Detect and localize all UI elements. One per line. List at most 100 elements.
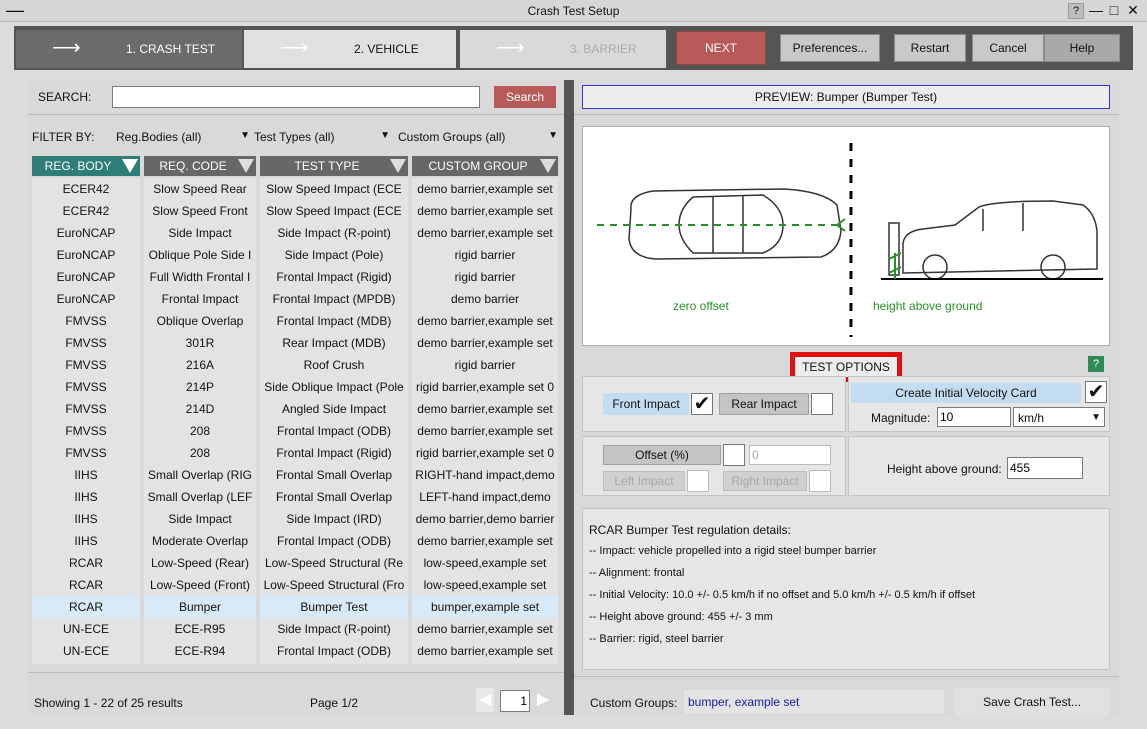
test-type-cell[interactable]: Frontal Impact (Rigid) bbox=[260, 266, 408, 288]
sort-arrow-icon[interactable] bbox=[238, 159, 254, 173]
next-page-icon[interactable]: ▶ bbox=[534, 688, 552, 712]
unit-select[interactable]: km/h ▼ bbox=[1013, 407, 1105, 427]
custom-group-cell[interactable]: demo barrier,example set bbox=[412, 332, 558, 354]
custom-groups-filter[interactable]: Custom Groups (all) ▼ bbox=[398, 130, 558, 144]
test-type-cell[interactable]: Frontal Impact (MDB) bbox=[260, 310, 408, 332]
velocity-card-checkbox[interactable]: ✔ bbox=[1085, 381, 1107, 403]
req-code-cell[interactable]: 208 bbox=[144, 442, 256, 464]
minimize-icon[interactable]: — bbox=[1088, 3, 1104, 19]
maximize-icon[interactable]: □ bbox=[1106, 3, 1122, 19]
req-code-cell[interactable]: 208 bbox=[144, 420, 256, 442]
test-type-cell[interactable]: Frontal Small Overlap bbox=[260, 486, 408, 508]
custom-group-cell[interactable]: demo barrier,demo barrier bbox=[412, 508, 558, 530]
test-type-cell[interactable]: Side Impact (IRD) bbox=[260, 508, 408, 530]
req-code-cell[interactable]: Full Width Frontal I bbox=[144, 266, 256, 288]
req-code-cell[interactable]: Slow Speed Front bbox=[144, 200, 256, 222]
custom-group-cell[interactable]: demo barrier,example set bbox=[412, 618, 558, 640]
req-code-cell[interactable]: Slow Speed Rear bbox=[144, 178, 256, 200]
custom-group-cell[interactable]: demo barrier,example set bbox=[412, 222, 558, 244]
custom-group-cell[interactable]: demo barrier bbox=[412, 288, 558, 310]
req-code-cell[interactable]: Small Overlap (RIG bbox=[144, 464, 256, 486]
test-type-cell[interactable]: Roof Crush bbox=[260, 354, 408, 376]
restart-button[interactable]: Restart bbox=[894, 34, 966, 62]
next-button[interactable]: NEXT bbox=[676, 31, 766, 65]
search-input[interactable] bbox=[112, 86, 480, 108]
custom-group-cell[interactable]: demo barrier,example set bbox=[412, 310, 558, 332]
preferences-button[interactable]: Preferences... bbox=[780, 34, 880, 62]
front-impact-checkbox[interactable]: ✔ bbox=[691, 393, 713, 415]
height-input[interactable] bbox=[1007, 457, 1083, 479]
right-impact-checkbox[interactable] bbox=[809, 470, 831, 492]
reg-body-cell[interactable]: FMVSS bbox=[32, 398, 140, 420]
custom-group-cell[interactable]: rigid barrier bbox=[412, 244, 558, 266]
req-code-cell[interactable]: 214P bbox=[144, 376, 256, 398]
col-header-reg-body[interactable]: REG. BODY bbox=[32, 156, 140, 176]
test-type-cell[interactable]: Frontal Small Overlap bbox=[260, 464, 408, 486]
req-code-cell[interactable]: Low-Speed (Rear) bbox=[144, 552, 256, 574]
test-types-filter[interactable]: Test Types (all) ▼ bbox=[254, 130, 390, 144]
test-type-cell[interactable]: Slow Speed Impact (ECE bbox=[260, 200, 408, 222]
req-code-cell[interactable]: Side Impact bbox=[144, 508, 256, 530]
reg-bodies-filter[interactable]: Reg.Bodies (all) ▼ bbox=[116, 130, 250, 144]
rear-impact-checkbox[interactable] bbox=[811, 393, 833, 415]
test-type-cell[interactable]: Frontal Impact (MPDB) bbox=[260, 288, 408, 310]
sort-arrow-icon[interactable] bbox=[540, 159, 556, 173]
reg-body-cell[interactable]: RCAR bbox=[32, 552, 140, 574]
custom-group-cell[interactable]: low-speed,example set bbox=[412, 552, 558, 574]
custom-group-cell[interactable]: rigid barrier,example set 0 bbox=[412, 442, 558, 464]
sort-arrow-icon[interactable] bbox=[122, 159, 138, 173]
page-input[interactable] bbox=[500, 690, 530, 712]
reg-body-cell[interactable]: UN-ECE bbox=[32, 640, 140, 662]
reg-body-cell[interactable]: FMVSS bbox=[32, 376, 140, 398]
prev-page-icon[interactable]: ◀ bbox=[476, 688, 494, 712]
test-type-cell[interactable]: Side Impact (R-point) bbox=[260, 222, 408, 244]
help-button[interactable]: Help bbox=[1044, 34, 1120, 62]
test-type-cell[interactable]: Slow Speed Impact (ECE bbox=[260, 178, 408, 200]
help-icon[interactable]: ? bbox=[1068, 3, 1084, 19]
custom-group-cell[interactable]: low-speed,example set bbox=[412, 574, 558, 596]
custom-group-cell[interactable]: demo barrier,example set bbox=[412, 530, 558, 552]
reg-body-cell[interactable]: IIHS bbox=[32, 486, 140, 508]
step-vehicle[interactable]: ⟶ 2. VEHICLE bbox=[244, 30, 456, 68]
reg-body-cell[interactable]: IIHS bbox=[32, 508, 140, 530]
custom-group-cell[interactable]: demo barrier,example set bbox=[412, 200, 558, 222]
custom-group-cell[interactable]: rigid barrier,example set 0 bbox=[412, 376, 558, 398]
custom-groups-value[interactable]: bumper, example set bbox=[684, 690, 944, 714]
custom-group-cell[interactable]: rigid barrier bbox=[412, 266, 558, 288]
test-type-cell[interactable]: Frontal Impact (ODB) bbox=[260, 530, 408, 552]
reg-body-cell[interactable]: FMVSS bbox=[32, 310, 140, 332]
req-code-cell[interactable]: Low-Speed (Front) bbox=[144, 574, 256, 596]
req-code-cell[interactable]: Bumper bbox=[144, 596, 256, 618]
test-type-cell[interactable]: Angled Side Impact bbox=[260, 398, 408, 420]
panel-splitter[interactable] bbox=[564, 80, 574, 715]
req-code-cell[interactable]: 301R bbox=[144, 332, 256, 354]
req-code-cell[interactable]: Side Impact bbox=[144, 222, 256, 244]
test-type-cell[interactable]: Frontal Impact (Rigid) bbox=[260, 442, 408, 464]
col-header-custom-group[interactable]: CUSTOM GROUP bbox=[412, 156, 558, 176]
reg-body-cell[interactable]: RCAR bbox=[32, 574, 140, 596]
req-code-cell[interactable]: Oblique Overlap bbox=[144, 310, 256, 332]
custom-group-cell[interactable]: LEFT-hand impact,demo bbox=[412, 486, 558, 508]
custom-group-cell[interactable]: rigid barrier bbox=[412, 354, 558, 376]
reg-body-cell[interactable]: EuroNCAP bbox=[32, 288, 140, 310]
reg-body-cell[interactable]: IIHS bbox=[32, 464, 140, 486]
req-code-cell[interactable]: 214D bbox=[144, 398, 256, 420]
col-header-req-code[interactable]: REQ. CODE bbox=[144, 156, 256, 176]
close-icon[interactable]: ✕ bbox=[1124, 3, 1142, 19]
reg-body-cell[interactable]: FMVSS bbox=[32, 354, 140, 376]
test-type-cell[interactable]: Frontal Impact (ODB) bbox=[260, 640, 408, 662]
test-type-cell[interactable]: Low-Speed Structural (Re bbox=[260, 552, 408, 574]
req-code-cell[interactable]: Oblique Pole Side I bbox=[144, 244, 256, 266]
req-code-cell[interactable]: ECE-R95 bbox=[144, 618, 256, 640]
cancel-button[interactable]: Cancel bbox=[972, 34, 1044, 62]
reg-body-cell[interactable]: ECER42 bbox=[32, 178, 140, 200]
custom-group-cell[interactable]: demo barrier,example set bbox=[412, 420, 558, 442]
test-type-cell[interactable]: Side Oblique Impact (Pole bbox=[260, 376, 408, 398]
req-code-cell[interactable]: Small Overlap (LEF bbox=[144, 486, 256, 508]
test-type-cell[interactable]: Bumper Test bbox=[260, 596, 408, 618]
step-crash-test[interactable]: ⟶ 1. CRASH TEST bbox=[16, 30, 242, 68]
req-code-cell[interactable]: ECE-R94 bbox=[144, 640, 256, 662]
req-code-cell[interactable]: 216A bbox=[144, 354, 256, 376]
options-help-icon[interactable]: ? bbox=[1088, 356, 1104, 372]
test-type-cell[interactable]: Side Impact (R-point) bbox=[260, 618, 408, 640]
